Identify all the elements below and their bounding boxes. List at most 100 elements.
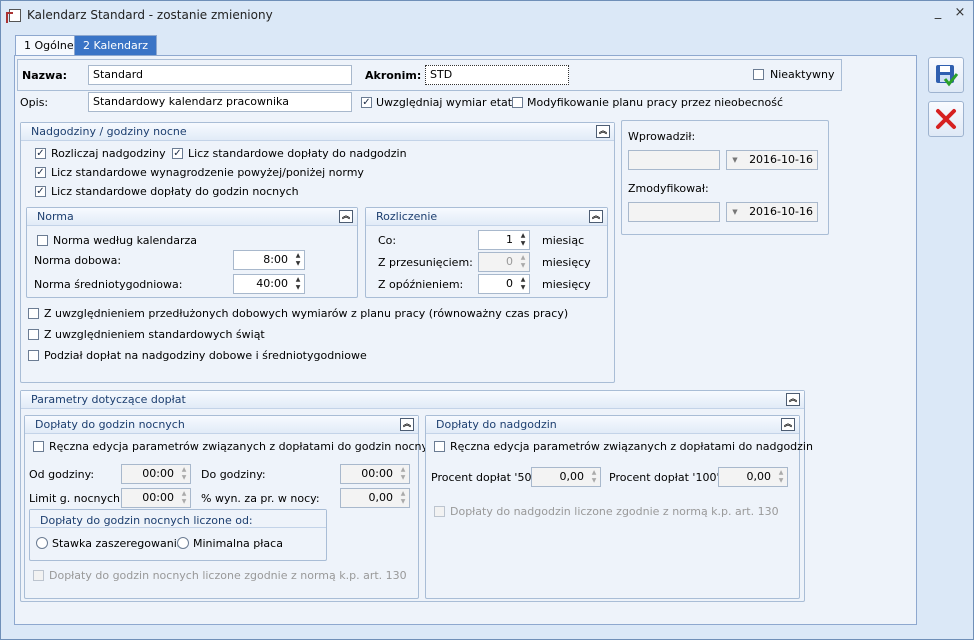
zmodyfikowal-user-input <box>628 202 720 222</box>
nieaktywny-checkbox[interactable] <box>753 69 764 80</box>
opoznienie-value: 0 <box>506 277 513 290</box>
przesuniecie-input: 0 ▲ ▼ <box>478 252 530 272</box>
rozliczenie-title: Rozliczenie <box>376 210 438 223</box>
rozliczaj-label: Rozliczaj nadgodziny <box>51 147 166 160</box>
opis-label: Opis: <box>20 96 49 109</box>
norma-dobowa-input[interactable]: 8:00 ▲ ▼ <box>233 250 305 270</box>
akronim-input[interactable]: STD <box>425 65 569 85</box>
pct-noc-input: 0,00 ▲ ▼ <box>340 488 410 508</box>
licz-dopl-label: Licz standardowe dopłaty do nadgodzin <box>188 147 407 160</box>
norma-sredniotyg-input[interactable]: 40:00 ▲ ▼ <box>233 274 305 294</box>
nadgodziny-title: Nadgodziny / godziny nocne <box>31 125 187 138</box>
close-button[interactable]: × <box>951 5 969 20</box>
cancel-icon <box>936 109 956 129</box>
norma-kalendarz-checkbox[interactable] <box>37 235 48 246</box>
licz-noc-checkbox[interactable]: ✓ <box>35 186 46 197</box>
dropdown-icon: ▼ <box>732 208 738 216</box>
co-input[interactable]: 1 ▲ ▼ <box>478 230 530 250</box>
spin-icon: ▲ ▼ <box>591 469 597 484</box>
minimalna-radio[interactable] <box>177 537 189 549</box>
collapse-icon[interactable]: ︽ <box>786 393 800 406</box>
stawka-radio[interactable] <box>36 537 48 549</box>
co-unit: miesiąc <box>542 234 585 247</box>
opoznienie-input[interactable]: 0 ▲ ▼ <box>478 274 530 294</box>
collapse-icon[interactable]: ︽ <box>781 418 795 431</box>
norma-dobowa-label: Norma dobowa: <box>34 254 122 267</box>
tab-kalendarz[interactable]: 2 Kalendarz <box>74 35 158 56</box>
window-title: Kalendarz Standard - zostanie zmieniony <box>27 8 273 22</box>
doplaty-nocne-header: Dopłaty do godzin nocnych ︽ <box>25 416 418 434</box>
spin-icon: ▲ ▼ <box>400 466 406 481</box>
p50-input: 0,00 ▲ ▼ <box>531 467 601 487</box>
modyfikowanie-checkbox[interactable] <box>512 97 523 108</box>
collapse-icon[interactable]: ︽ <box>596 125 610 138</box>
przedluzone-checkbox[interactable] <box>28 308 39 319</box>
opoznienie-unit: miesięcy <box>542 278 591 291</box>
cancel-button[interactable] <box>928 101 964 137</box>
p100-value: 0,00 <box>746 470 772 483</box>
opoznienie-label: Z opóźnieniem: <box>378 278 464 291</box>
limit-value: 00:00 <box>142 491 174 504</box>
dropdown-icon: ▼ <box>732 156 738 164</box>
podzial-checkbox[interactable] <box>28 350 39 361</box>
reczna-nocne-checkbox[interactable] <box>33 441 44 452</box>
p100-label: Procent dopłat '100': <box>609 471 724 484</box>
podzial-label: Podział dopłat na nadgodziny dobowe i śr… <box>44 349 367 362</box>
norma-title: Norma <box>37 210 74 223</box>
collapse-icon[interactable]: ︽ <box>400 418 414 431</box>
nazwa-input[interactable]: Standard <box>88 65 352 85</box>
opis-input[interactable]: Standardowy kalendarz pracownika <box>88 92 352 112</box>
od-godziny-input: 00:00 ▲ ▼ <box>121 464 191 484</box>
do-godziny-value: 00:00 <box>361 467 393 480</box>
nadgodziny-group: Nadgodziny / godziny nocne ︽ ✓ Rozliczaj… <box>20 122 615 383</box>
nadgodziny-header: Nadgodziny / godziny nocne ︽ <box>21 123 614 141</box>
nazwa-label: Nazwa: <box>22 69 68 82</box>
wprowadzil-date-input: ▼ 2016-10-16 <box>726 150 818 170</box>
norma-sredniotyg-value: 40:00 <box>256 277 288 290</box>
uwzgledniaj-etat-checkbox[interactable]: ✓ <box>361 97 372 108</box>
minimize-button[interactable]: _ <box>929 5 947 20</box>
collapse-icon[interactable]: ︽ <box>589 210 603 223</box>
save-button[interactable] <box>928 57 964 93</box>
norma-dobowa-value: 8:00 <box>263 253 288 266</box>
spin-icon: ▲ ▼ <box>778 469 784 484</box>
doplaty-nadgodzin-group: Dopłaty do nadgodzin ︽ Ręczna edycja par… <box>425 415 813 599</box>
spin-icon[interactable]: ▲ ▼ <box>293 252 303 268</box>
licz-dopl-checkbox[interactable]: ✓ <box>172 148 183 159</box>
przedluzone-label: Z uwzględnieniem przedłużonych dobowych … <box>44 307 569 320</box>
calendar-app-icon <box>6 9 21 23</box>
co-label: Co: <box>378 234 397 247</box>
do-godziny-label: Do godziny: <box>201 468 266 481</box>
spin-icon[interactable]: ▲ ▼ <box>518 276 528 292</box>
spin-icon[interactable]: ▲ ▼ <box>293 276 303 292</box>
collapse-icon[interactable]: ︽ <box>339 210 353 223</box>
limit-label: Limit g. nocnych: <box>29 492 124 505</box>
modyfikowanie-label: Modyfikowanie planu pracy przez nieobecn… <box>527 96 784 109</box>
spin-icon[interactable]: ▲ ▼ <box>518 232 528 248</box>
liczone-od-title: Dopłaty do godzin nocnych liczone od: <box>40 514 253 527</box>
reczna-nadgodzin-checkbox[interactable] <box>434 441 445 452</box>
title-bar: Kalendarz Standard - zostanie zmieniony … <box>1 1 973 31</box>
tab-ogolne[interactable]: 1 Ogólne <box>15 35 83 56</box>
doplaty-nadgodzin-header: Dopłaty do nadgodzin ︽ <box>426 416 799 434</box>
minimalna-label: Minimalna płaca <box>193 537 283 550</box>
przesuniecie-unit: miesięcy <box>542 256 591 269</box>
p100-input: 0,00 ▲ ▼ <box>718 467 788 487</box>
spin-icon: ▲ ▼ <box>181 490 187 505</box>
co-value: 1 <box>506 233 513 246</box>
od-godziny-label: Od godziny: <box>29 468 95 481</box>
parametry-title: Parametry dotyczące dopłat <box>31 393 186 406</box>
rozliczaj-checkbox[interactable]: ✓ <box>35 148 46 159</box>
pct-noc-label: % wyn. za pr. w nocy: <box>201 492 320 505</box>
spin-icon: ▲ ▼ <box>520 254 526 269</box>
liczone-od-header: Dopłaty do godzin nocnych liczone od: <box>30 510 326 528</box>
przesuniecie-value: 0 <box>506 255 513 268</box>
swieta-checkbox[interactable] <box>28 329 39 340</box>
licz-noc-label: Licz standardowe dopłaty do godzin nocny… <box>51 185 299 198</box>
window: Kalendarz Standard - zostanie zmieniony … <box>0 0 974 640</box>
tab-panel-ogolne: Nazwa: Standard Akronim: STD Nieaktywny … <box>14 55 917 625</box>
licz-wyn-checkbox[interactable]: ✓ <box>35 167 46 178</box>
doplaty-nocne-title: Dopłaty do godzin nocnych <box>35 418 185 431</box>
kp-nadgodzin-checkbox <box>434 506 445 517</box>
p50-value: 0,00 <box>559 470 585 483</box>
